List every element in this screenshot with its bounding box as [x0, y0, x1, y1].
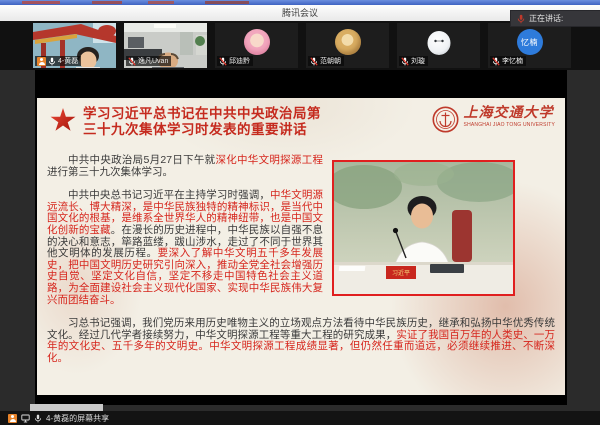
mic-muted-icon: [310, 56, 318, 66]
avatar: [427, 31, 450, 55]
mic-muted-icon: [401, 56, 409, 66]
participant-tile-liu[interactable]: 刘璇: [397, 23, 480, 68]
sjtu-logo: 上海交通大学 SHANGHAI JIAO TONG UNIVERSITY: [432, 106, 555, 133]
participant-name: 李忆楠: [502, 58, 523, 65]
participant-tile-li[interactable]: 忆楠 李忆楠: [488, 23, 571, 68]
participant-name-chip: 逸凡Uvan: [126, 56, 172, 66]
participant-tile-huanglei[interactable]: 4-黄磊: [33, 23, 116, 68]
participant-name: 范朝朝: [320, 58, 341, 65]
avatar: [243, 29, 270, 55]
participant-name-chip: 范朝朝: [308, 56, 344, 66]
presenter-icon: [8, 413, 17, 423]
star-icon: [50, 108, 76, 131]
participant-name-chip: 李忆楠: [490, 56, 526, 66]
background-window-fragment: [205, 1, 249, 4]
xi-jinping-photo: 习近平: [332, 160, 515, 296]
paragraph-3: 习总书记强调，我们党历来用历史唯物主义的立场观点方法看待中华民族历史，继承和弘扬…: [47, 317, 555, 364]
placard-name: 习近平: [392, 269, 410, 277]
tooltip-fragment: [30, 404, 103, 411]
participant-name: 邱迪黔: [229, 58, 250, 65]
background-window-fragment: [148, 1, 174, 4]
mic-muted-icon: [219, 56, 227, 66]
speaking-label: 正在讲话:: [529, 14, 564, 23]
participant-name-chip: 4-黄磊: [35, 56, 82, 66]
bottom-share-bar: 4-黄磊的屏幕共享: [0, 411, 600, 425]
text-segment: 中共中央总书记习近平在主持学习时强调，: [68, 189, 270, 202]
speaking-mic-icon: [517, 14, 525, 23]
background-window-fragment: [22, 1, 60, 4]
mic-on-icon: [49, 57, 55, 65]
shared-screen-area: 学习习近平总书记在中共中央政治局第 三十九次集体学习时发表的重要讲话 上海交通大…: [0, 70, 600, 411]
slide-title-line2: 三十九次集体学习时发表的重要讲话: [83, 122, 307, 137]
share-bar-label: 4-黄磊的屏幕共享: [46, 413, 110, 423]
sjtu-name-cn: 上海交通大学: [463, 105, 554, 121]
mic-muted-icon: [128, 56, 136, 66]
participant-name-chip: 刘璇: [399, 56, 428, 66]
participant-tile-qiu[interactable]: 邱迪黔: [215, 23, 298, 68]
participant-name: 逸凡Uvan: [138, 58, 169, 65]
text-segment: 深化中华文明探源工程: [215, 154, 323, 166]
screen-share-canvas: 学习习近平总书记在中共中央政治局第 三十九次集体学习时发表的重要讲话 上海交通大…: [35, 70, 567, 405]
sjtu-logo-text: 上海交通大学 SHANGHAI JIAO TONG UNIVERSITY: [463, 105, 555, 129]
participant-name: 刘璇: [411, 58, 425, 65]
video-strip: 4-黄磊 逸凡Uvan 邱迪黔 范朝朝 刘璇 忆楠 李忆楠: [0, 21, 600, 70]
presenter-icon: [37, 56, 46, 66]
slide-title: 学习习近平总书记在中共中央政治局第 三十九次集体学习时发表的重要讲话: [83, 106, 321, 138]
avatar: 忆楠: [516, 29, 543, 55]
mic-muted-icon: [492, 56, 500, 66]
avatar: [334, 29, 361, 55]
background-window-fragment: [92, 1, 122, 4]
text-segment: 中共中央政治局5月27日下午就: [68, 154, 216, 166]
participant-tile-uvan[interactable]: 逸凡Uvan: [124, 23, 207, 68]
slide-title-line1: 学习习近平总书记在中共中央政治局第: [83, 106, 321, 121]
mic-icon: [35, 414, 41, 422]
text-segment: 进行第三十九次集体学习。: [47, 165, 173, 178]
participant-tile-fan[interactable]: 范朝朝: [306, 23, 389, 68]
screen-share-icon: [21, 414, 30, 422]
sjtu-name-en: SHANGHAI JIAO TONG UNIVERSITY: [463, 122, 555, 128]
participant-name: 4-黄磊: [58, 58, 79, 65]
participant-name-chip: 邱迪黔: [217, 56, 253, 66]
sjtu-seal-icon: [432, 106, 459, 133]
speaking-indicator: 正在讲话:: [510, 10, 600, 27]
avatar-initials: 忆楠: [521, 37, 538, 47]
slide: 学习习近平总书记在中共中央政治局第 三十九次集体学习时发表的重要讲话 上海交通大…: [37, 98, 565, 395]
slide-body: 习近平 中共中央政治局5月27日下午就深化中华文明探源工程进行第三十九次集体学习…: [47, 154, 555, 377]
